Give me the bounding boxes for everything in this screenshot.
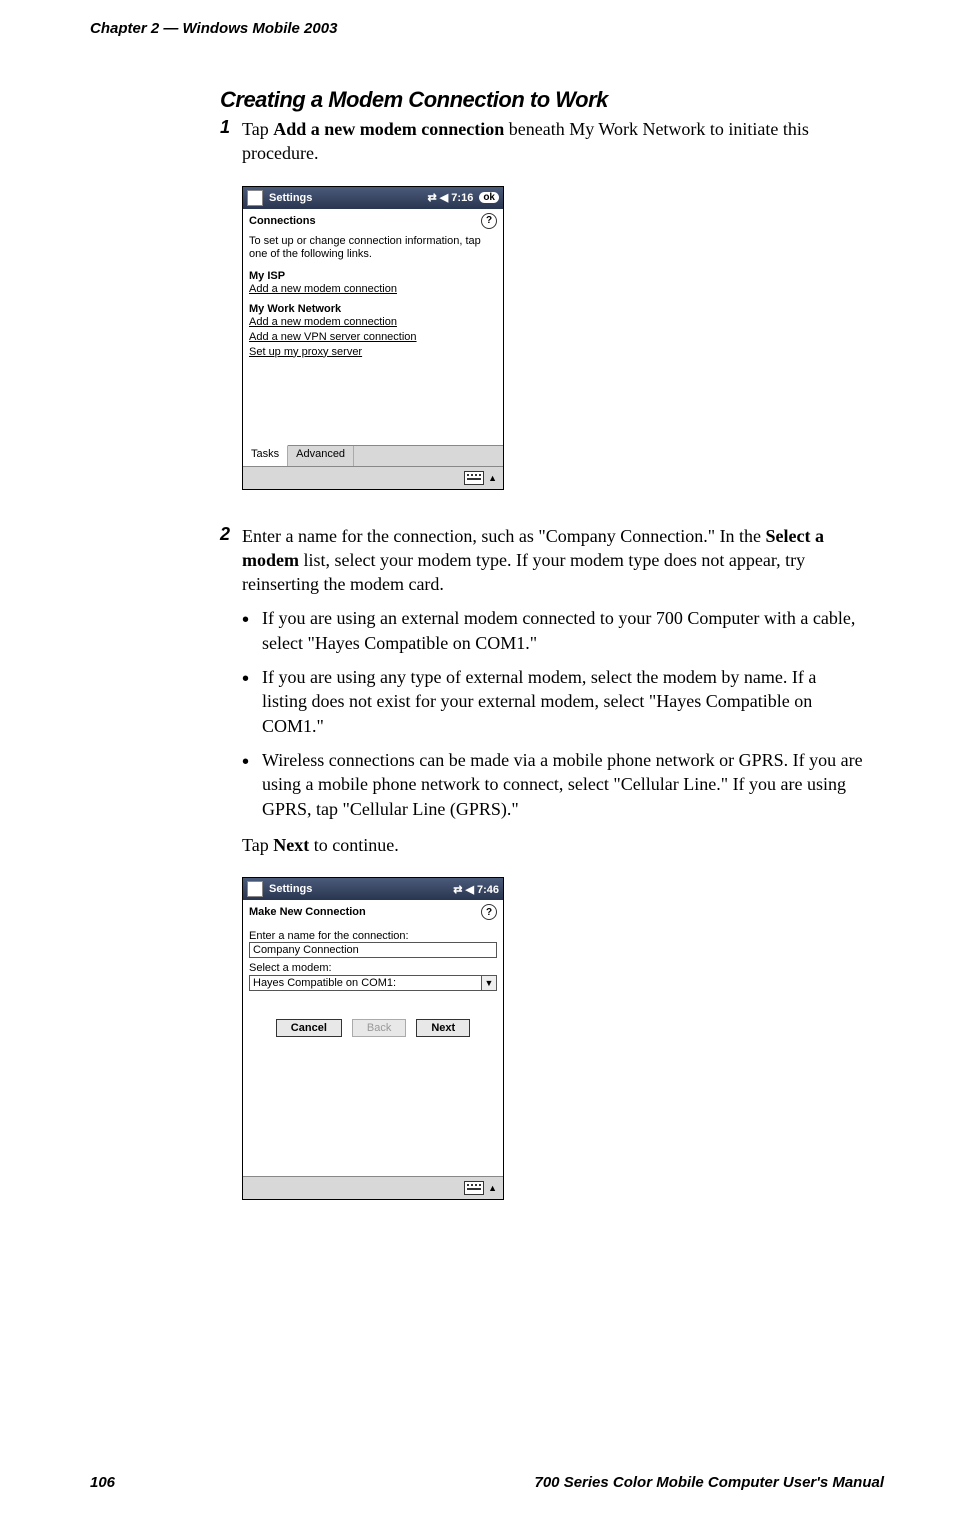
cancel-button[interactable]: Cancel: [276, 1019, 342, 1037]
bullet-icon: •: [242, 665, 262, 738]
titlebar-title: Settings: [269, 883, 312, 895]
tab-tasks[interactable]: Tasks: [243, 445, 288, 466]
help-icon[interactable]: ?: [481, 904, 497, 920]
chevron-down-icon[interactable]: ▼: [481, 976, 496, 990]
link-work-add-modem[interactable]: Add a new modem connection: [249, 315, 497, 330]
keyboard-icon[interactable]: [464, 1181, 484, 1195]
group-my-isp: My ISP: [249, 270, 497, 282]
tap-next-pre: Tap: [242, 835, 273, 855]
screenshot-connections: Settings ⇄ ◀ 7:16 ok Connections ? To se…: [242, 186, 504, 490]
bullet-3-text: Wireless connections can be made via a m…: [262, 748, 864, 821]
next-button[interactable]: Next: [416, 1019, 470, 1037]
keyboard-icon[interactable]: [464, 471, 484, 485]
section-heading: Creating a Modem Connection to Work: [220, 87, 884, 113]
screen-header: Connections ?: [243, 209, 503, 231]
step-2: 2 Enter a name for the connection, such …: [220, 524, 864, 858]
bullet-3: • Wireless connections can be made via a…: [242, 748, 864, 821]
step-1-bold: Add a new modem connection: [273, 119, 504, 139]
link-work-proxy[interactable]: Set up my proxy server: [249, 345, 497, 360]
step-1: 1 Tap Add a new modem connection beneath…: [220, 117, 864, 166]
sip-bar: ▲: [243, 466, 503, 489]
screenshot-make-new-connection: Settings ⇄ ◀ 7:46 Make New Connection ? …: [242, 877, 504, 1200]
link-work-add-vpn[interactable]: Add a new VPN server connection: [249, 330, 497, 345]
step-1-number: 1: [220, 117, 242, 166]
bullet-2: • If you are using any type of external …: [242, 665, 864, 738]
titlebar: Settings ⇄ ◀ 7:16 ok: [243, 187, 503, 209]
back-button: Back: [352, 1019, 406, 1037]
step-2-text: Enter a name for the connection, such as…: [242, 524, 864, 597]
start-flag-icon[interactable]: [247, 881, 263, 897]
page-number: 106: [90, 1474, 115, 1491]
step-2-pre: Enter a name for the connection, such as…: [242, 526, 766, 546]
link-isp-add-modem[interactable]: Add a new modem connection: [249, 282, 497, 297]
titlebar-title: Settings: [269, 192, 312, 204]
screen-header: Make New Connection ?: [243, 900, 503, 922]
ok-button[interactable]: ok: [479, 192, 499, 203]
manual-title: 700 Series Color Mobile Computer User's …: [535, 1474, 885, 1491]
sip-arrow-icon[interactable]: ▲: [488, 1183, 497, 1193]
sip-bar: ▲: [243, 1176, 503, 1199]
step-1-text: Tap Add a new modem connection beneath M…: [242, 117, 864, 166]
bullet-2-text: If you are using any type of external mo…: [262, 665, 864, 738]
modem-select[interactable]: Hayes Compatible on COM1: ▼: [249, 975, 497, 991]
bullet-icon: •: [242, 606, 262, 655]
connection-name-input[interactable]: [249, 942, 497, 958]
titlebar: Settings ⇄ ◀ 7:46: [243, 878, 503, 900]
bullet-1: • If you are using an external modem con…: [242, 606, 864, 655]
tab-strip: Tasks Advanced: [243, 445, 503, 466]
step-1-pre: Tap: [242, 119, 273, 139]
screen-header-title: Make New Connection: [249, 906, 366, 918]
sip-arrow-icon[interactable]: ▲: [488, 473, 497, 483]
titlebar-status-icons: ⇄ ◀ 7:46: [453, 883, 499, 896]
bullet-icon: •: [242, 748, 262, 821]
tap-next-bold: Next: [273, 835, 309, 855]
help-icon[interactable]: ?: [481, 213, 497, 229]
screen-header-title: Connections: [249, 215, 316, 227]
modem-select-value: Hayes Compatible on COM1:: [250, 976, 481, 990]
bullet-1-text: If you are using an external modem conne…: [262, 606, 864, 655]
label-connection-name: Enter a name for the connection:: [249, 930, 497, 942]
tap-next-line: Tap Next to continue.: [242, 833, 864, 857]
tab-advanced[interactable]: Advanced: [288, 446, 354, 466]
running-head: Chapter 2 — Windows Mobile 2003: [90, 20, 884, 37]
page-footer: 106 700 Series Color Mobile Computer Use…: [90, 1474, 884, 1491]
label-select-modem: Select a modem:: [249, 962, 497, 974]
group-my-work-network: My Work Network: [249, 303, 497, 315]
step-2-post: list, select your modem type. If your mo…: [242, 550, 805, 594]
start-flag-icon[interactable]: [247, 190, 263, 206]
step-2-number: 2: [220, 524, 242, 858]
titlebar-status-icons: ⇄ ◀ 7:16: [428, 191, 474, 204]
instruction-text: To set up or change connection informati…: [249, 235, 497, 263]
tap-next-post: to continue.: [309, 835, 398, 855]
